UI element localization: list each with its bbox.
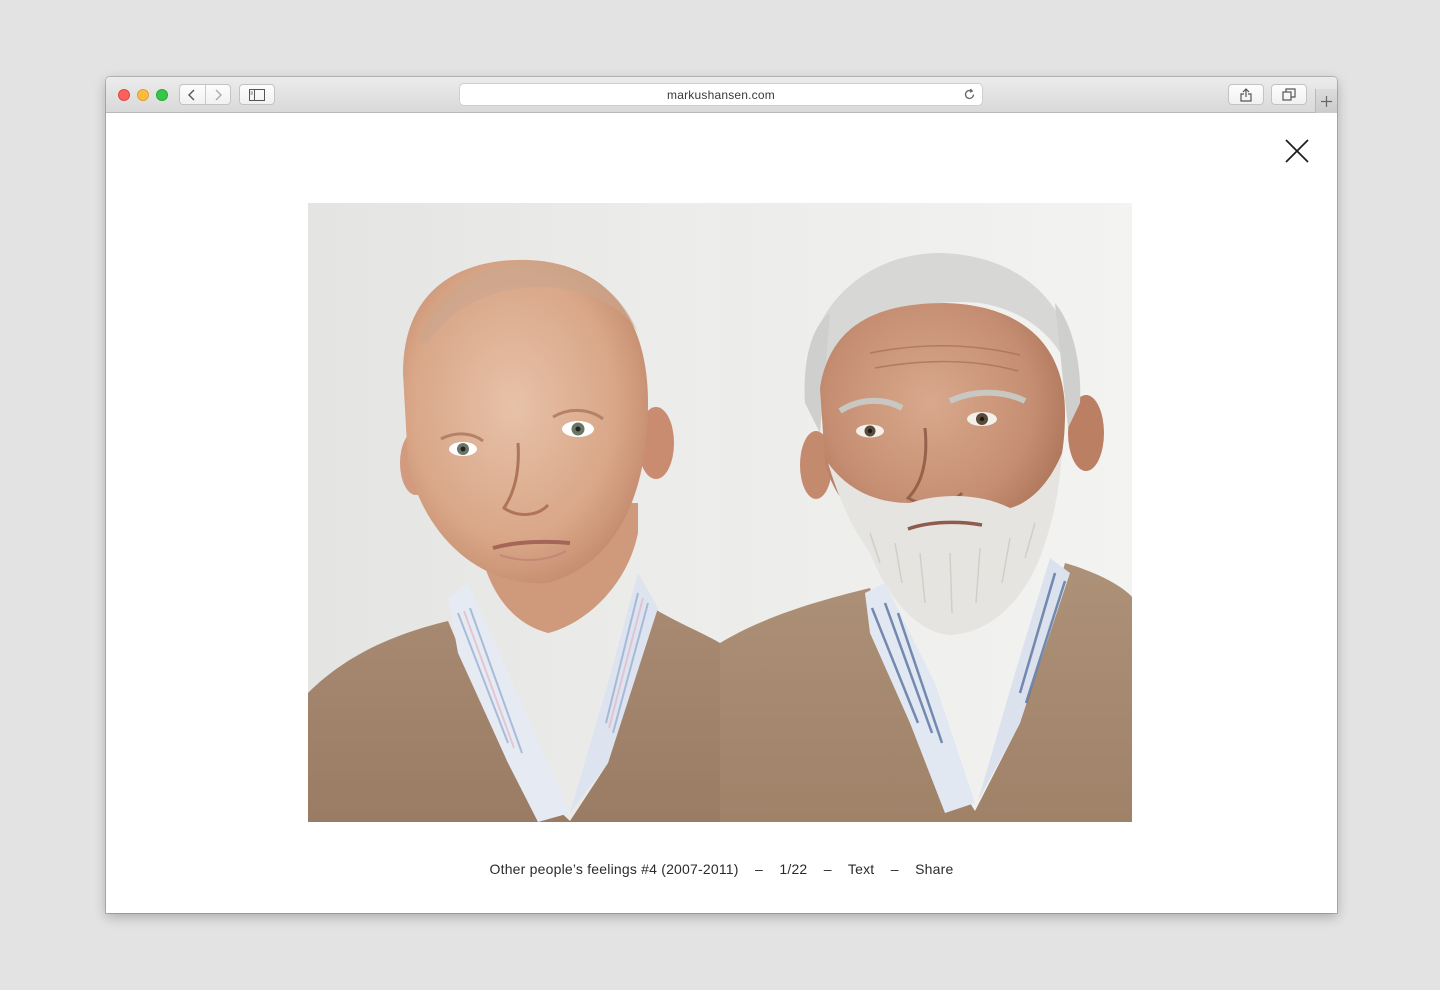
caption-title: Other people’s feelings #4 (2007-2011) xyxy=(489,861,739,877)
caption-separator: – xyxy=(755,861,764,877)
browser-toolbar: markushansen.com xyxy=(106,77,1337,113)
address-bar[interactable]: markushansen.com xyxy=(459,83,983,106)
portrait-diptych xyxy=(308,203,1133,822)
close-icon[interactable] xyxy=(1284,138,1310,164)
portrait-left-image xyxy=(308,203,720,822)
plus-icon xyxy=(1321,95,1332,107)
window-minimize-button[interactable] xyxy=(137,89,149,101)
share-button[interactable] xyxy=(1228,84,1264,105)
reload-icon[interactable] xyxy=(962,87,977,102)
sidebar-icon xyxy=(249,88,265,101)
show-tabs-button[interactable] xyxy=(1271,84,1307,105)
text-link[interactable]: Text xyxy=(848,861,874,877)
sidebar-toggle-button[interactable] xyxy=(239,84,275,105)
back-button[interactable] xyxy=(180,85,206,104)
share-link[interactable]: Share xyxy=(915,861,953,877)
forward-button[interactable] xyxy=(206,85,231,104)
portrait-right-image xyxy=(720,203,1132,822)
caption-separator: – xyxy=(890,861,899,877)
share-icon xyxy=(1240,88,1252,102)
chevron-left-icon xyxy=(188,89,195,100)
tabs-overview-icon xyxy=(1282,88,1296,101)
gallery-caption: Other people’s feelings #4 (2007-2011) –… xyxy=(106,861,1337,877)
image-counter: 1/22 xyxy=(779,861,808,877)
address-url: markushansen.com xyxy=(667,88,775,102)
browser-window: markushansen.com Other people’s feelings… xyxy=(106,77,1337,913)
new-tab-button[interactable] xyxy=(1315,89,1337,113)
caption-separator: – xyxy=(823,861,832,877)
window-zoom-button[interactable] xyxy=(156,89,168,101)
window-close-button[interactable] xyxy=(118,89,130,101)
chevron-right-icon xyxy=(215,89,222,100)
navigation-buttons xyxy=(179,84,231,105)
